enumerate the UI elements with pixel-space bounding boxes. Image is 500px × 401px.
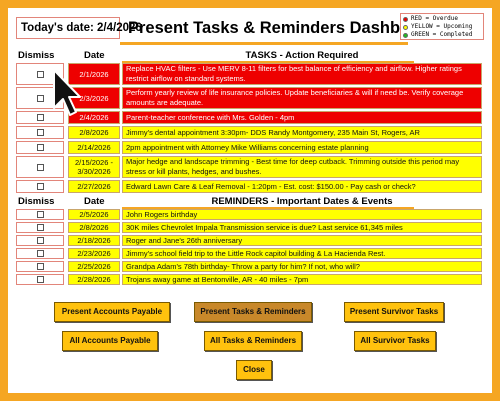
dismiss-checkbox[interactable] [36, 144, 44, 151]
reminder-date: 2/25/2026 [68, 261, 120, 272]
dismiss-cell [16, 156, 64, 178]
legend-label: RED = Overdue [411, 15, 458, 22]
red-dot-icon [403, 16, 408, 22]
all-tasks-reminders-button[interactable]: All Tasks & Reminders [204, 331, 302, 351]
title-underline [120, 42, 408, 45]
reminder-row: 2/23/2026 Jimmy's school field trip to th… [16, 248, 482, 259]
task-row: 2/8/2026 Jimmy's dental appointment 3:30p… [16, 126, 482, 139]
task-description: Parent-teacher conference with Mrs. Gold… [122, 111, 482, 124]
dismiss-cell [16, 180, 64, 193]
dismiss-checkbox[interactable] [36, 183, 44, 190]
reminder-description: John Rogers birthday [122, 209, 482, 220]
present-accounts-payable-button[interactable]: Present Accounts Payable [54, 302, 170, 322]
task-row: 2/1/2026 Replace HVAC filters - Use MERV … [16, 63, 482, 85]
task-description: Edward Lawn Care & Leaf Removal - 1:20pm… [122, 180, 482, 193]
reminder-row: 2/28/2026 Trojans away game at Bentonvill… [16, 274, 482, 285]
reminder-date: 2/18/2026 [68, 235, 120, 246]
dismiss-cell [16, 141, 64, 154]
tasks-date-header: Date [84, 50, 105, 61]
reminder-row: 2/8/2026 30K miles Chevrolet Impala Trans… [16, 222, 482, 233]
legend-item-upcoming: YELLOW = Upcoming [403, 23, 481, 31]
dismiss-checkbox[interactable] [36, 276, 44, 283]
task-description: Major hedge and landscape trimming - Bes… [122, 156, 482, 178]
dismiss-checkbox[interactable] [36, 114, 44, 121]
task-description: 2pm appointment with Attorney Mike Willi… [122, 141, 482, 154]
all-survivor-tasks-button[interactable]: All Survivor Tasks [354, 331, 436, 351]
dismiss-checkbox[interactable] [36, 163, 44, 171]
dismiss-cell [16, 222, 64, 233]
dismiss-cell [16, 235, 64, 246]
legend-label: GREEN = Completed [411, 31, 473, 38]
reminders-date-header: Date [84, 196, 105, 207]
dismiss-cell [16, 209, 64, 220]
close-button[interactable]: Close [236, 360, 272, 380]
task-description: Jimmy's dental appointment 3:30pm- DDS R… [122, 126, 482, 139]
reminders-dismiss-header: Dismiss [18, 196, 55, 207]
reminder-description: Trojans away game at Bentonville, AR - 4… [122, 274, 482, 285]
reminder-row: 2/25/2026 Grandpa Adam's 78th birthday- T… [16, 261, 482, 272]
dismiss-checkbox[interactable] [36, 70, 44, 78]
task-date: 2/8/2026 [68, 126, 120, 139]
task-description: Perform yearly review of life insurance … [122, 87, 482, 109]
todays-date: Today's date: 2/4/2026 [16, 17, 142, 39]
reminder-date: 2/28/2026 [68, 274, 120, 285]
all-accounts-payable-button[interactable]: All Accounts Payable [62, 331, 158, 351]
task-row: 2/3/2026 Perform yearly review of life in… [16, 87, 482, 109]
task-date: 2/15/2026 - 3/30/2026 [68, 156, 120, 178]
dismiss-checkbox[interactable] [36, 129, 44, 136]
legend-label: YELLOW = Upcoming [411, 23, 473, 30]
task-row: 2/14/2026 2pm appointment with Attorney M… [16, 141, 482, 154]
dismiss-cell [16, 274, 64, 285]
dismiss-checkbox[interactable] [36, 211, 44, 218]
reminder-description: Jimmy's school field trip to the Little … [122, 248, 482, 259]
legend-item-overdue: RED = Overdue [403, 15, 481, 23]
task-row: 2/27/2026 Edward Lawn Care & Leaf Removal… [16, 180, 482, 193]
yellow-dot-icon [403, 24, 408, 30]
task-date: 2/27/2026 [68, 180, 120, 193]
dismiss-checkbox[interactable] [36, 224, 44, 231]
dismiss-checkbox[interactable] [36, 263, 44, 270]
green-dot-icon [403, 32, 408, 38]
reminder-description: Grandpa Adam's 78th birthday- Throw a pa… [122, 261, 482, 272]
reminder-row: 2/18/2026 Roger and Jane's 26th anniversa… [16, 235, 482, 246]
task-row: 2/4/2026 Parent-teacher conference with M… [16, 111, 482, 124]
dismiss-checkbox[interactable] [36, 250, 44, 257]
dismiss-checkbox[interactable] [36, 94, 44, 102]
present-tasks-reminders-button[interactable]: Present Tasks & Reminders [194, 302, 312, 322]
dismiss-checkbox[interactable] [36, 237, 44, 244]
reminder-description: Roger and Jane's 26th anniversary [122, 235, 482, 246]
status-legend: RED = Overdue YELLOW = Upcoming GREEN = … [400, 13, 484, 40]
task-row: 2/15/2026 - 3/30/2026 Major hedge and lan… [16, 156, 482, 178]
reminder-date: 2/5/2026 [68, 209, 120, 220]
reminder-row: 2/5/2026 John Rogers birthday [16, 209, 482, 220]
task-description: Replace HVAC filters - Use MERV 8-11 fil… [122, 63, 482, 85]
reminder-date: 2/23/2026 [68, 248, 120, 259]
reminder-date: 2/8/2026 [68, 222, 120, 233]
reminder-description: 30K miles Chevrolet Impala Transmission … [122, 222, 482, 233]
mouse-pointer-icon [53, 69, 81, 116]
present-survivor-tasks-button[interactable]: Present Survivor Tasks [344, 302, 444, 322]
dismiss-cell [16, 248, 64, 259]
legend-item-completed: GREEN = Completed [403, 31, 481, 39]
page-title: Present Tasks & Reminders Dashboard [128, 19, 436, 37]
dismiss-cell [16, 261, 64, 272]
tasks-dismiss-header: Dismiss [18, 50, 55, 61]
dismiss-cell [16, 126, 64, 139]
task-date: 2/14/2026 [68, 141, 120, 154]
